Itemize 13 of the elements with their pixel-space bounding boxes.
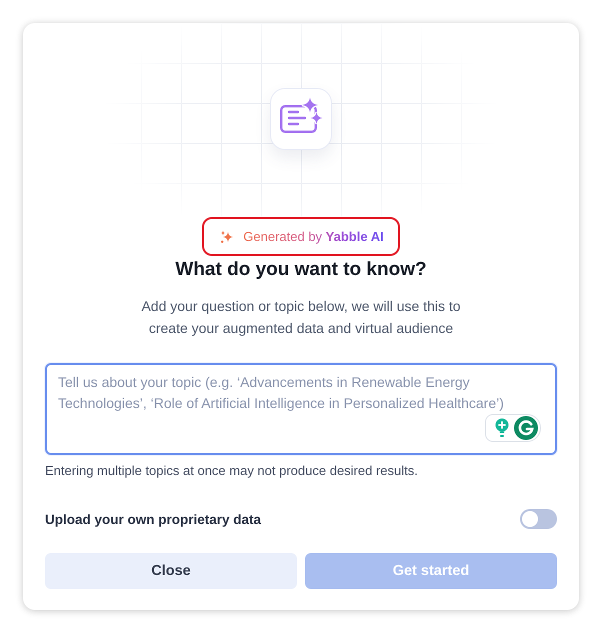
lightbulb-icon bbox=[495, 418, 509, 438]
document-sparkle-icon bbox=[270, 88, 332, 150]
g-logo-icon bbox=[514, 416, 538, 440]
dialog-subtitle: Add your question or topic below, we will use this to create your augmented data and virtual audience bbox=[140, 297, 462, 338]
toggle-label: Upload your own proprietary data bbox=[45, 512, 262, 526]
writing-assistant-widget[interactable] bbox=[485, 414, 541, 442]
dialog-heading: What do you want to know? bbox=[175, 258, 427, 282]
topic-input-field[interactable]: Tell us about your topic (e.g. ‘Advancements in Renewable Energy Technologies’, ‘Role of Artificial Intelligence in Personalized Healthcare’) bbox=[45, 363, 557, 455]
sparkle-icon bbox=[220, 230, 234, 244]
badge-label: Generated by Yabble AI bbox=[243, 229, 384, 244]
toggle-switch[interactable] bbox=[520, 509, 557, 529]
field-hint: Entering multiple topics at once may not produce desired results. bbox=[45, 462, 419, 480]
secondary-button[interactable]: Close bbox=[45, 553, 297, 589]
